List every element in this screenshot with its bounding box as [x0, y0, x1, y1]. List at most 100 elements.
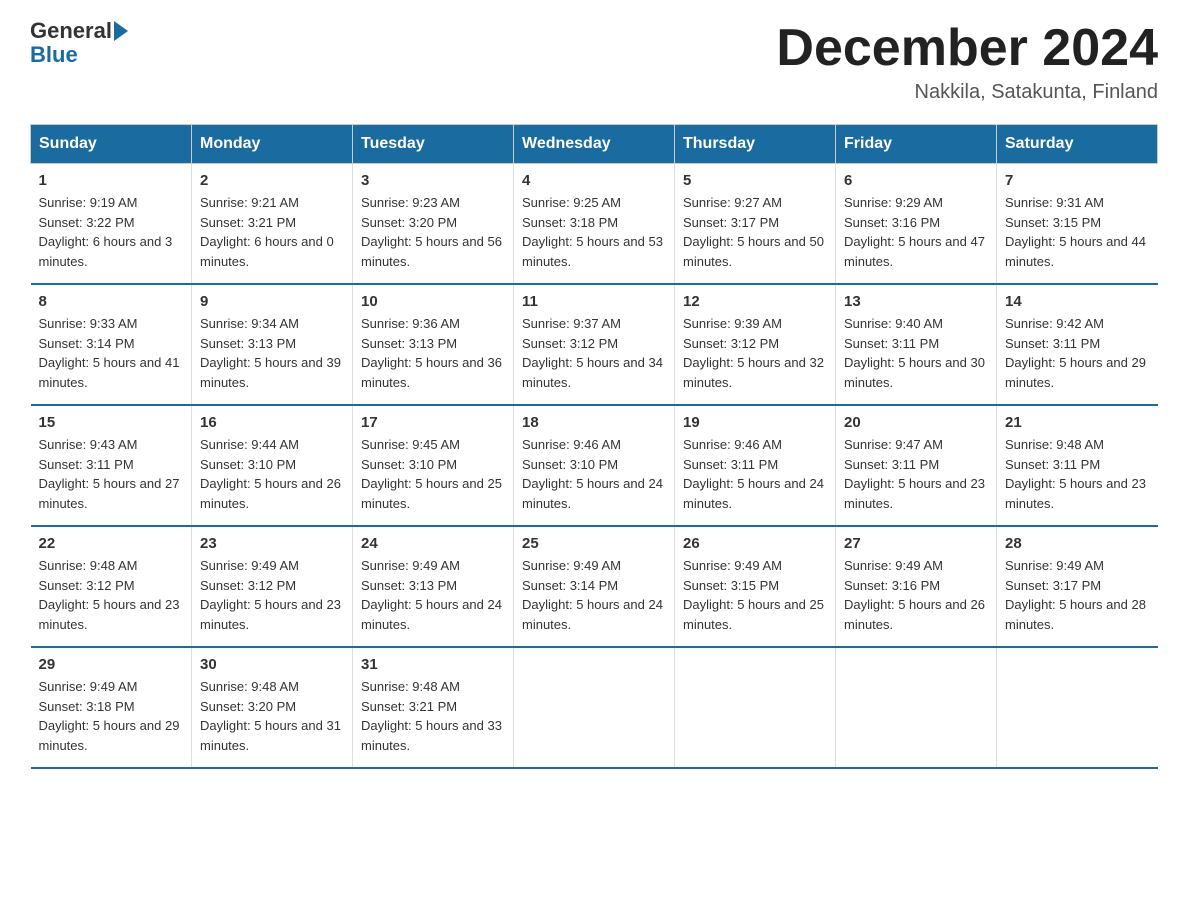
- day-number: 31: [361, 656, 505, 673]
- calendar-week-row: 8 Sunrise: 9:33 AMSunset: 3:14 PMDayligh…: [31, 284, 1158, 405]
- day-info: Sunrise: 9:48 AMSunset: 3:20 PMDaylight:…: [200, 679, 341, 753]
- day-info: Sunrise: 9:27 AMSunset: 3:17 PMDaylight:…: [683, 195, 824, 269]
- day-number: 2: [200, 172, 344, 189]
- calendar-day-cell: 19 Sunrise: 9:46 AMSunset: 3:11 PMDaylig…: [675, 405, 836, 526]
- day-info: Sunrise: 9:49 AMSunset: 3:18 PMDaylight:…: [39, 679, 180, 753]
- calendar-day-cell: 8 Sunrise: 9:33 AMSunset: 3:14 PMDayligh…: [31, 284, 192, 405]
- day-number: 7: [1005, 172, 1150, 189]
- logo-general-text: General: [30, 20, 112, 42]
- day-number: 24: [361, 535, 505, 552]
- day-info: Sunrise: 9:46 AMSunset: 3:11 PMDaylight:…: [683, 437, 824, 511]
- day-number: 28: [1005, 535, 1150, 552]
- weekday-header-saturday: Saturday: [997, 125, 1158, 164]
- day-info: Sunrise: 9:29 AMSunset: 3:16 PMDaylight:…: [844, 195, 985, 269]
- calendar-day-cell: [836, 647, 997, 768]
- day-info: Sunrise: 9:48 AMSunset: 3:12 PMDaylight:…: [39, 558, 180, 632]
- day-info: Sunrise: 9:36 AMSunset: 3:13 PMDaylight:…: [361, 316, 502, 390]
- day-number: 4: [522, 172, 666, 189]
- weekday-header-thursday: Thursday: [675, 125, 836, 164]
- calendar-subtitle: Nakkila, Satakunta, Finland: [776, 81, 1158, 104]
- day-info: Sunrise: 9:45 AMSunset: 3:10 PMDaylight:…: [361, 437, 502, 511]
- day-number: 25: [522, 535, 666, 552]
- day-number: 9: [200, 293, 344, 310]
- day-info: Sunrise: 9:21 AMSunset: 3:21 PMDaylight:…: [200, 195, 334, 269]
- day-info: Sunrise: 9:47 AMSunset: 3:11 PMDaylight:…: [844, 437, 985, 511]
- day-info: Sunrise: 9:34 AMSunset: 3:13 PMDaylight:…: [200, 316, 341, 390]
- calendar-week-row: 22 Sunrise: 9:48 AMSunset: 3:12 PMDaylig…: [31, 526, 1158, 647]
- day-info: Sunrise: 9:42 AMSunset: 3:11 PMDaylight:…: [1005, 316, 1146, 390]
- calendar-month-title: December 2024: [776, 20, 1158, 77]
- day-number: 18: [522, 414, 666, 431]
- day-info: Sunrise: 9:49 AMSunset: 3:14 PMDaylight:…: [522, 558, 663, 632]
- day-info: Sunrise: 9:39 AMSunset: 3:12 PMDaylight:…: [683, 316, 824, 390]
- weekday-header-sunday: Sunday: [31, 125, 192, 164]
- day-info: Sunrise: 9:31 AMSunset: 3:15 PMDaylight:…: [1005, 195, 1146, 269]
- calendar-day-cell: 1 Sunrise: 9:19 AMSunset: 3:22 PMDayligh…: [31, 164, 192, 285]
- day-number: 10: [361, 293, 505, 310]
- day-number: 26: [683, 535, 827, 552]
- calendar-day-cell: 10 Sunrise: 9:36 AMSunset: 3:13 PMDaylig…: [353, 284, 514, 405]
- day-info: Sunrise: 9:33 AMSunset: 3:14 PMDaylight:…: [39, 316, 180, 390]
- day-number: 19: [683, 414, 827, 431]
- calendar-day-cell: 16 Sunrise: 9:44 AMSunset: 3:10 PMDaylig…: [192, 405, 353, 526]
- calendar-day-cell: 28 Sunrise: 9:49 AMSunset: 3:17 PMDaylig…: [997, 526, 1158, 647]
- calendar-day-cell: 23 Sunrise: 9:49 AMSunset: 3:12 PMDaylig…: [192, 526, 353, 647]
- day-number: 13: [844, 293, 988, 310]
- logo: General Blue: [30, 20, 130, 68]
- calendar-day-cell: 2 Sunrise: 9:21 AMSunset: 3:21 PMDayligh…: [192, 164, 353, 285]
- calendar-day-cell: 17 Sunrise: 9:45 AMSunset: 3:10 PMDaylig…: [353, 405, 514, 526]
- logo-blue-text: Blue: [30, 42, 78, 68]
- calendar-week-row: 1 Sunrise: 9:19 AMSunset: 3:22 PMDayligh…: [31, 164, 1158, 285]
- calendar-day-cell: 29 Sunrise: 9:49 AMSunset: 3:18 PMDaylig…: [31, 647, 192, 768]
- day-number: 5: [683, 172, 827, 189]
- day-info: Sunrise: 9:48 AMSunset: 3:21 PMDaylight:…: [361, 679, 502, 753]
- weekday-header-tuesday: Tuesday: [353, 125, 514, 164]
- calendar-day-cell: 20 Sunrise: 9:47 AMSunset: 3:11 PMDaylig…: [836, 405, 997, 526]
- day-info: Sunrise: 9:40 AMSunset: 3:11 PMDaylight:…: [844, 316, 985, 390]
- day-number: 8: [39, 293, 184, 310]
- calendar-day-cell: 26 Sunrise: 9:49 AMSunset: 3:15 PMDaylig…: [675, 526, 836, 647]
- weekday-header-monday: Monday: [192, 125, 353, 164]
- day-number: 11: [522, 293, 666, 310]
- day-number: 17: [361, 414, 505, 431]
- day-info: Sunrise: 9:25 AMSunset: 3:18 PMDaylight:…: [522, 195, 663, 269]
- day-number: 20: [844, 414, 988, 431]
- weekday-header-row: SundayMondayTuesdayWednesdayThursdayFrid…: [31, 125, 1158, 164]
- calendar-day-cell: 13 Sunrise: 9:40 AMSunset: 3:11 PMDaylig…: [836, 284, 997, 405]
- calendar-day-cell: 27 Sunrise: 9:49 AMSunset: 3:16 PMDaylig…: [836, 526, 997, 647]
- day-number: 23: [200, 535, 344, 552]
- day-info: Sunrise: 9:37 AMSunset: 3:12 PMDaylight:…: [522, 316, 663, 390]
- day-info: Sunrise: 9:49 AMSunset: 3:12 PMDaylight:…: [200, 558, 341, 632]
- logo-arrow-icon: [114, 21, 128, 41]
- calendar-day-cell: 12 Sunrise: 9:39 AMSunset: 3:12 PMDaylig…: [675, 284, 836, 405]
- day-number: 21: [1005, 414, 1150, 431]
- calendar-title-block: December 2024 Nakkila, Satakunta, Finlan…: [776, 20, 1158, 104]
- calendar-week-row: 15 Sunrise: 9:43 AMSunset: 3:11 PMDaylig…: [31, 405, 1158, 526]
- calendar-day-cell: 7 Sunrise: 9:31 AMSunset: 3:15 PMDayligh…: [997, 164, 1158, 285]
- day-number: 1: [39, 172, 184, 189]
- day-number: 22: [39, 535, 184, 552]
- calendar-day-cell: 24 Sunrise: 9:49 AMSunset: 3:13 PMDaylig…: [353, 526, 514, 647]
- day-info: Sunrise: 9:49 AMSunset: 3:15 PMDaylight:…: [683, 558, 824, 632]
- calendar-day-cell: 9 Sunrise: 9:34 AMSunset: 3:13 PMDayligh…: [192, 284, 353, 405]
- calendar-day-cell: [514, 647, 675, 768]
- calendar-day-cell: 18 Sunrise: 9:46 AMSunset: 3:10 PMDaylig…: [514, 405, 675, 526]
- weekday-header-friday: Friday: [836, 125, 997, 164]
- calendar-day-cell: 15 Sunrise: 9:43 AMSunset: 3:11 PMDaylig…: [31, 405, 192, 526]
- day-number: 6: [844, 172, 988, 189]
- day-info: Sunrise: 9:43 AMSunset: 3:11 PMDaylight:…: [39, 437, 180, 511]
- day-info: Sunrise: 9:48 AMSunset: 3:11 PMDaylight:…: [1005, 437, 1146, 511]
- weekday-header-wednesday: Wednesday: [514, 125, 675, 164]
- day-number: 12: [683, 293, 827, 310]
- day-number: 3: [361, 172, 505, 189]
- calendar-table: SundayMondayTuesdayWednesdayThursdayFrid…: [30, 124, 1158, 769]
- calendar-day-cell: 30 Sunrise: 9:48 AMSunset: 3:20 PMDaylig…: [192, 647, 353, 768]
- calendar-day-cell: 3 Sunrise: 9:23 AMSunset: 3:20 PMDayligh…: [353, 164, 514, 285]
- calendar-day-cell: 6 Sunrise: 9:29 AMSunset: 3:16 PMDayligh…: [836, 164, 997, 285]
- day-number: 27: [844, 535, 988, 552]
- calendar-day-cell: 25 Sunrise: 9:49 AMSunset: 3:14 PMDaylig…: [514, 526, 675, 647]
- day-number: 30: [200, 656, 344, 673]
- day-number: 14: [1005, 293, 1150, 310]
- day-number: 16: [200, 414, 344, 431]
- day-info: Sunrise: 9:44 AMSunset: 3:10 PMDaylight:…: [200, 437, 341, 511]
